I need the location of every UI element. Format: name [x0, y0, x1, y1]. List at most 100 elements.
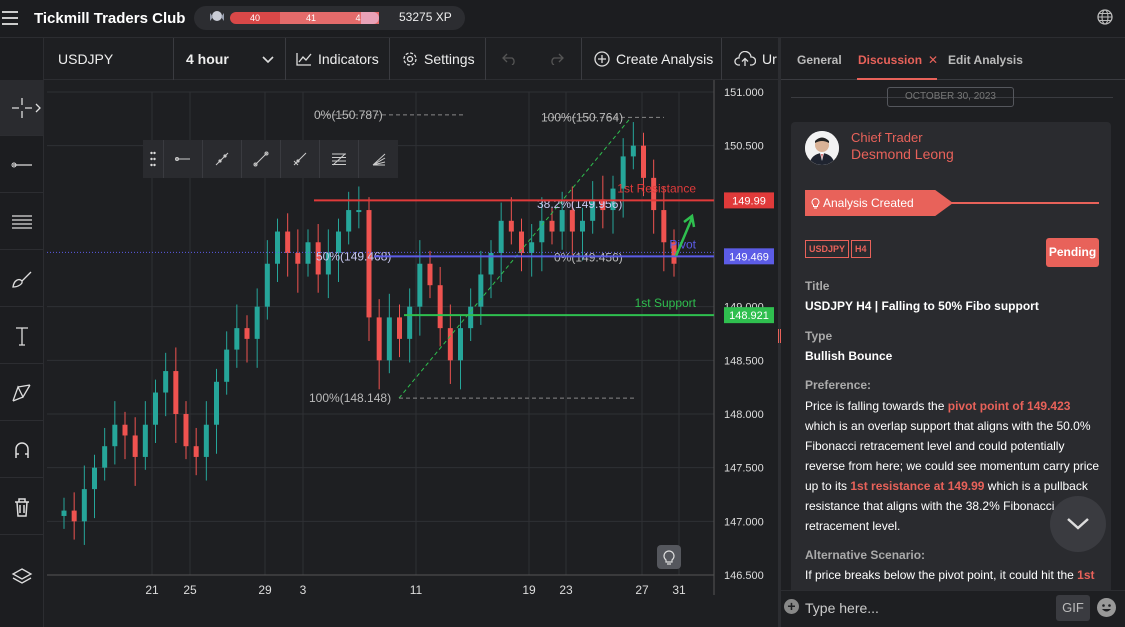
symbol-selector[interactable]: USDJPY [44, 38, 174, 80]
tab-edit-analysis[interactable]: Edit Analysis [948, 53, 1023, 67]
chart-toolbar: USDJPY 4 hour Indicators Settings Create… [44, 38, 778, 80]
fibo-label: 100%(148.148) [309, 391, 391, 405]
ray-icon [253, 151, 269, 167]
scroll-down-button[interactable] [1050, 496, 1106, 552]
tab-general[interactable]: General [797, 53, 842, 67]
x-tick-label: 25 [183, 583, 197, 597]
xp-remaining [361, 12, 379, 24]
extended-line-tool[interactable] [281, 140, 320, 178]
xp-level-2: 41 [280, 12, 342, 24]
fib-fan-tool[interactable] [359, 140, 398, 178]
chevron-down-icon [262, 56, 274, 64]
globe-icon[interactable] [1097, 9, 1113, 25]
x-tick-label: 3 [300, 583, 307, 597]
undo-icon[interactable] [502, 53, 518, 65]
candle-body [478, 274, 484, 307]
x-tick-label: 21 [145, 583, 159, 597]
rank-badge-icon [210, 11, 224, 21]
gear-icon [403, 52, 417, 66]
tab-discussion[interactable]: Discussion ✕ [858, 53, 938, 67]
undo-redo-group [486, 38, 582, 80]
y-tick-label: 147.000 [724, 516, 764, 528]
gif-button[interactable]: GIF [1056, 595, 1090, 621]
add-attachment-icon[interactable]: + [784, 599, 799, 614]
pattern-tool[interactable] [0, 365, 44, 421]
text-tool[interactable] [0, 308, 44, 364]
emoji-icon[interactable] [1097, 598, 1116, 617]
tab-discussion-label: Discussion [858, 53, 923, 67]
delete-tool[interactable] [0, 479, 44, 535]
candle-body [498, 220, 504, 253]
active-tab-indicator [857, 78, 937, 80]
x-tick-label: 11 [410, 583, 423, 597]
horizontal-line-icon [11, 162, 32, 167]
line-tool[interactable] [0, 137, 44, 193]
candle-body [234, 328, 240, 350]
author-name[interactable]: Desmond Leong [851, 146, 954, 162]
y-tick-label: 148.500 [724, 355, 764, 367]
y-tick-label: 146.500 [724, 570, 764, 582]
fibo-label: 0%(150.787) [314, 108, 383, 122]
candle-body [112, 424, 118, 447]
alternative-label: Alternative Scenario: [805, 548, 926, 562]
upload-button[interactable]: Ur [722, 38, 778, 80]
candle-body [92, 467, 97, 490]
y-tick-label: 148.000 [724, 409, 764, 421]
symbol-label: USDJPY [58, 51, 114, 67]
candle-body [569, 210, 575, 232]
candle-body [71, 510, 77, 522]
magnet-tool[interactable] [0, 422, 44, 478]
settings-button[interactable]: Settings [390, 38, 486, 80]
xp-value: 53275 XP [399, 10, 452, 24]
fibo-label: 38.2%(149.956) [537, 197, 622, 211]
timeframe-label: 4 hour [186, 51, 229, 67]
menu-icon[interactable] [2, 11, 18, 25]
timeframe-select[interactable]: 4 hour [174, 38, 286, 80]
candle-body [458, 328, 463, 361]
timeframe-tag: H4 [851, 240, 871, 258]
candle-body [203, 424, 209, 457]
close-icon[interactable]: ✕ [928, 53, 938, 67]
alternative-text: If price breaks below the pivot point, i… [805, 568, 1095, 582]
candle-body [275, 231, 280, 264]
create-analysis-button[interactable]: Create Analysis [582, 38, 722, 80]
candle-body [427, 263, 433, 286]
indicators-button[interactable]: Indicators [286, 38, 390, 80]
fib-retracement-tool[interactable] [320, 140, 359, 178]
brush-tool[interactable] [0, 251, 44, 307]
candle-body [295, 253, 301, 264]
candle-body [183, 414, 189, 447]
x-tick-label: 29 [258, 583, 272, 597]
trend-line-tool[interactable] [203, 140, 242, 178]
fibonacci-tool[interactable] [0, 194, 44, 250]
candle-body [641, 145, 646, 178]
candle-body [254, 306, 260, 339]
candle-body [132, 435, 138, 457]
candle-body [264, 263, 270, 307]
resistance-price-tag-label: 149.99 [732, 195, 766, 207]
crosshair-tool[interactable] [0, 80, 44, 136]
settings-label: Settings [424, 51, 475, 67]
layers-tool[interactable] [0, 549, 44, 605]
upload-label: Ur [762, 51, 777, 67]
lightbulb-icon [811, 198, 820, 209]
idea-button[interactable] [657, 545, 681, 569]
top-bar: Tickmill Traders Club 40 41 42 53275 XP [0, 0, 1125, 38]
drag-handle[interactable] [143, 140, 164, 178]
pivot-highlight: pivot point of 149.423 [947, 399, 1071, 413]
candle-body [417, 263, 423, 307]
message-input[interactable] [805, 596, 1045, 620]
ray-tool[interactable] [242, 140, 281, 178]
analysis-created-banner: Analysis Created [805, 190, 953, 216]
symbol-tag: USDJPY [805, 240, 850, 258]
x-tick-label: 27 [635, 583, 649, 597]
candle-body [447, 328, 453, 361]
avatar[interactable] [805, 131, 839, 165]
horizontal-ray-tool[interactable] [164, 140, 203, 178]
resistance-highlight: 1st resistance at 149.99 [850, 479, 985, 493]
redo-icon[interactable] [548, 53, 564, 65]
pivot-price-tag-label: 149.469 [729, 251, 769, 263]
alternative-highlight: 1st [1077, 568, 1095, 582]
date-separator: OCTOBER 30, 2023 [887, 87, 1014, 107]
candle-body [529, 242, 535, 253]
